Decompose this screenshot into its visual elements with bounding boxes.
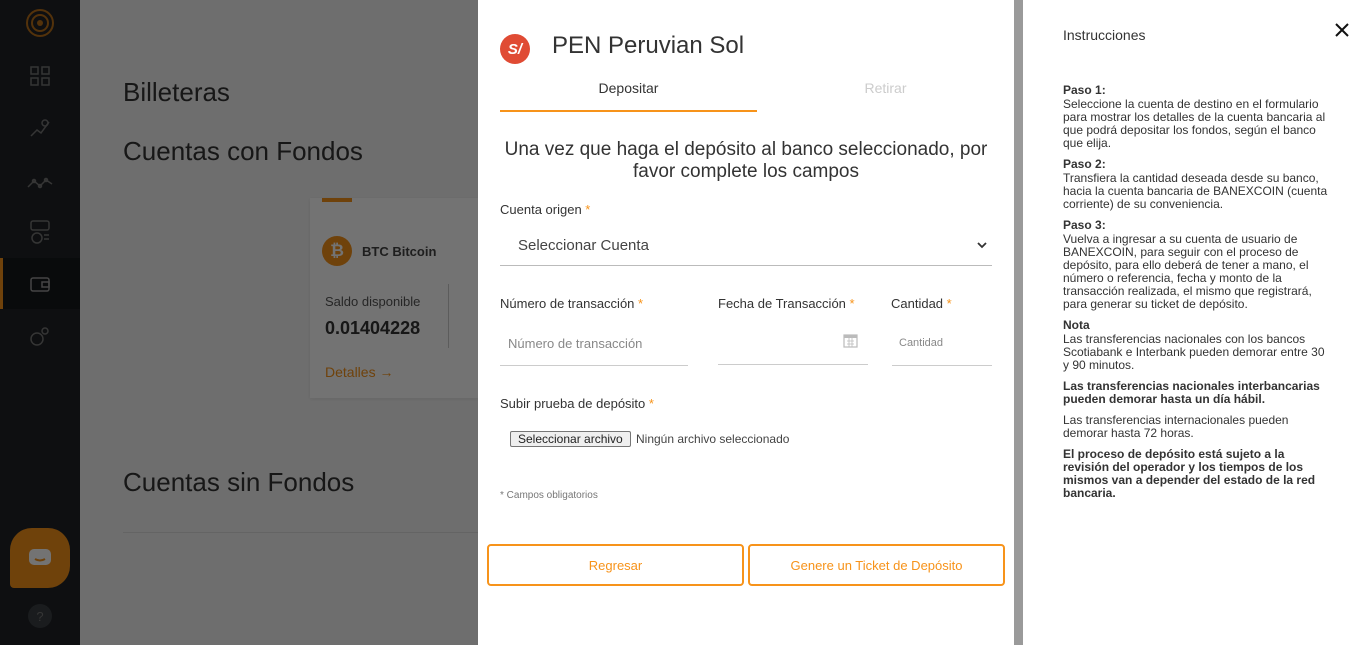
wallet-icon xyxy=(25,269,55,299)
transaction-date-input[interactable] xyxy=(718,327,868,365)
currency-exchange-icon[interactable] xyxy=(25,217,55,247)
tab-deposit[interactable]: Depositar xyxy=(500,80,757,112)
note-bold-interbank: Las transferencias nacionales interbanca… xyxy=(1063,379,1320,406)
dashboard-icon[interactable] xyxy=(25,61,55,91)
step2-title: Paso 2: xyxy=(1063,157,1106,171)
sol-currency-icon: S/ xyxy=(500,34,530,64)
exchange-icon[interactable] xyxy=(25,113,55,143)
wallet-card-btc[interactable]: ₿ BTC Bitcoin Saldo disponible 0.0140422… xyxy=(310,198,478,398)
card-accent xyxy=(322,198,352,202)
sidebar-item-wallets[interactable] xyxy=(0,258,80,309)
note-title: Nota xyxy=(1063,318,1090,332)
deposit-modal: S/ PEN Peruvian Sol Depositar Retirar Un… xyxy=(478,0,1014,645)
details-link[interactable]: Detalles → xyxy=(325,364,393,380)
card-divider xyxy=(448,284,449,348)
help-button[interactable]: ? xyxy=(28,604,52,628)
chevron-down-icon xyxy=(977,242,987,249)
source-account-value: Seleccionar Cuenta xyxy=(518,237,649,254)
tab-withdraw[interactable]: Retirar xyxy=(757,80,1014,112)
instructions-body: Paso 1: Seleccione la cuenta de destino … xyxy=(1063,84,1328,508)
bitcoin-icon: ₿ xyxy=(322,236,352,266)
source-account-label: Cuenta origen * xyxy=(500,202,591,217)
transaction-date-label: Fecha de Transacción * xyxy=(718,296,855,311)
required-fields-note: * Campos obligatorios xyxy=(500,490,598,501)
panel-separator xyxy=(1014,0,1023,645)
transaction-number-label: Número de transacción * xyxy=(500,296,644,311)
amount-input[interactable]: Cantidad xyxy=(892,328,992,366)
sidebar: ? xyxy=(0,0,80,645)
upload-label: Subir prueba de depósito * xyxy=(500,396,654,411)
balance-label: Saldo disponible xyxy=(325,294,421,309)
calendar-icon[interactable] xyxy=(843,333,858,348)
note-text-international: Las transferencias internacionales puede… xyxy=(1063,413,1289,440)
step1-title: Paso 1: xyxy=(1063,83,1106,97)
step1-text: Seleccione la cuenta de destino en el fo… xyxy=(1063,97,1326,150)
note-bold-process: El proceso de depósito está sujeto a la … xyxy=(1063,447,1316,500)
currency-name: BTC Bitcoin xyxy=(362,244,437,259)
page-title: Billeteras xyxy=(123,77,230,107)
banexcoin-logo-icon[interactable] xyxy=(25,8,55,38)
divider xyxy=(123,532,478,533)
transaction-number-input[interactable]: Número de transacción xyxy=(500,328,688,366)
instructions-title: Instrucciones xyxy=(1063,27,1146,43)
modal-title: PEN Peruvian Sol xyxy=(552,32,745,59)
chart-icon[interactable] xyxy=(25,168,55,198)
choose-file-button[interactable]: Seleccionar archivo xyxy=(510,431,631,447)
file-status: Ningún archivo seleccionado xyxy=(636,432,790,446)
chat-button[interactable] xyxy=(10,528,70,588)
close-icon[interactable] xyxy=(1334,22,1350,38)
active-indicator xyxy=(0,258,3,309)
intro-text: Una vez que haga el depósito al banco se… xyxy=(504,139,988,182)
back-button[interactable]: Regresar xyxy=(487,544,744,586)
step3-text: Vuelva a ingresar a su cuenta de usuario… xyxy=(1063,232,1312,311)
settings-icon[interactable] xyxy=(25,321,55,351)
note-text: Las transferencias nacionales con los ba… xyxy=(1063,332,1325,372)
section-title-with-funds: Cuentas con Fondos xyxy=(123,136,363,166)
source-account-select[interactable]: Seleccionar Cuenta xyxy=(500,228,992,266)
amount-label: Cantidad * xyxy=(891,296,952,311)
generate-ticket-button[interactable]: Genere un Ticket de Depósito xyxy=(748,544,1005,586)
wallets-page: Billeteras Cuentas con Fondos ₿ BTC Bitc… xyxy=(80,0,478,645)
step2-text: Transfiera la cantidad deseada desde su … xyxy=(1063,171,1328,211)
chat-icon xyxy=(29,549,51,565)
balance-value: 0.01404228 xyxy=(325,318,421,338)
transaction-number-placeholder: Número de transacción xyxy=(508,336,643,351)
section-title-without-funds: Cuentas sin Fondos xyxy=(123,467,355,497)
instructions-panel: Instrucciones Paso 1: Seleccione la cuen… xyxy=(1023,0,1365,645)
step3-title: Paso 3: xyxy=(1063,218,1106,232)
amount-placeholder: Cantidad xyxy=(899,337,944,349)
